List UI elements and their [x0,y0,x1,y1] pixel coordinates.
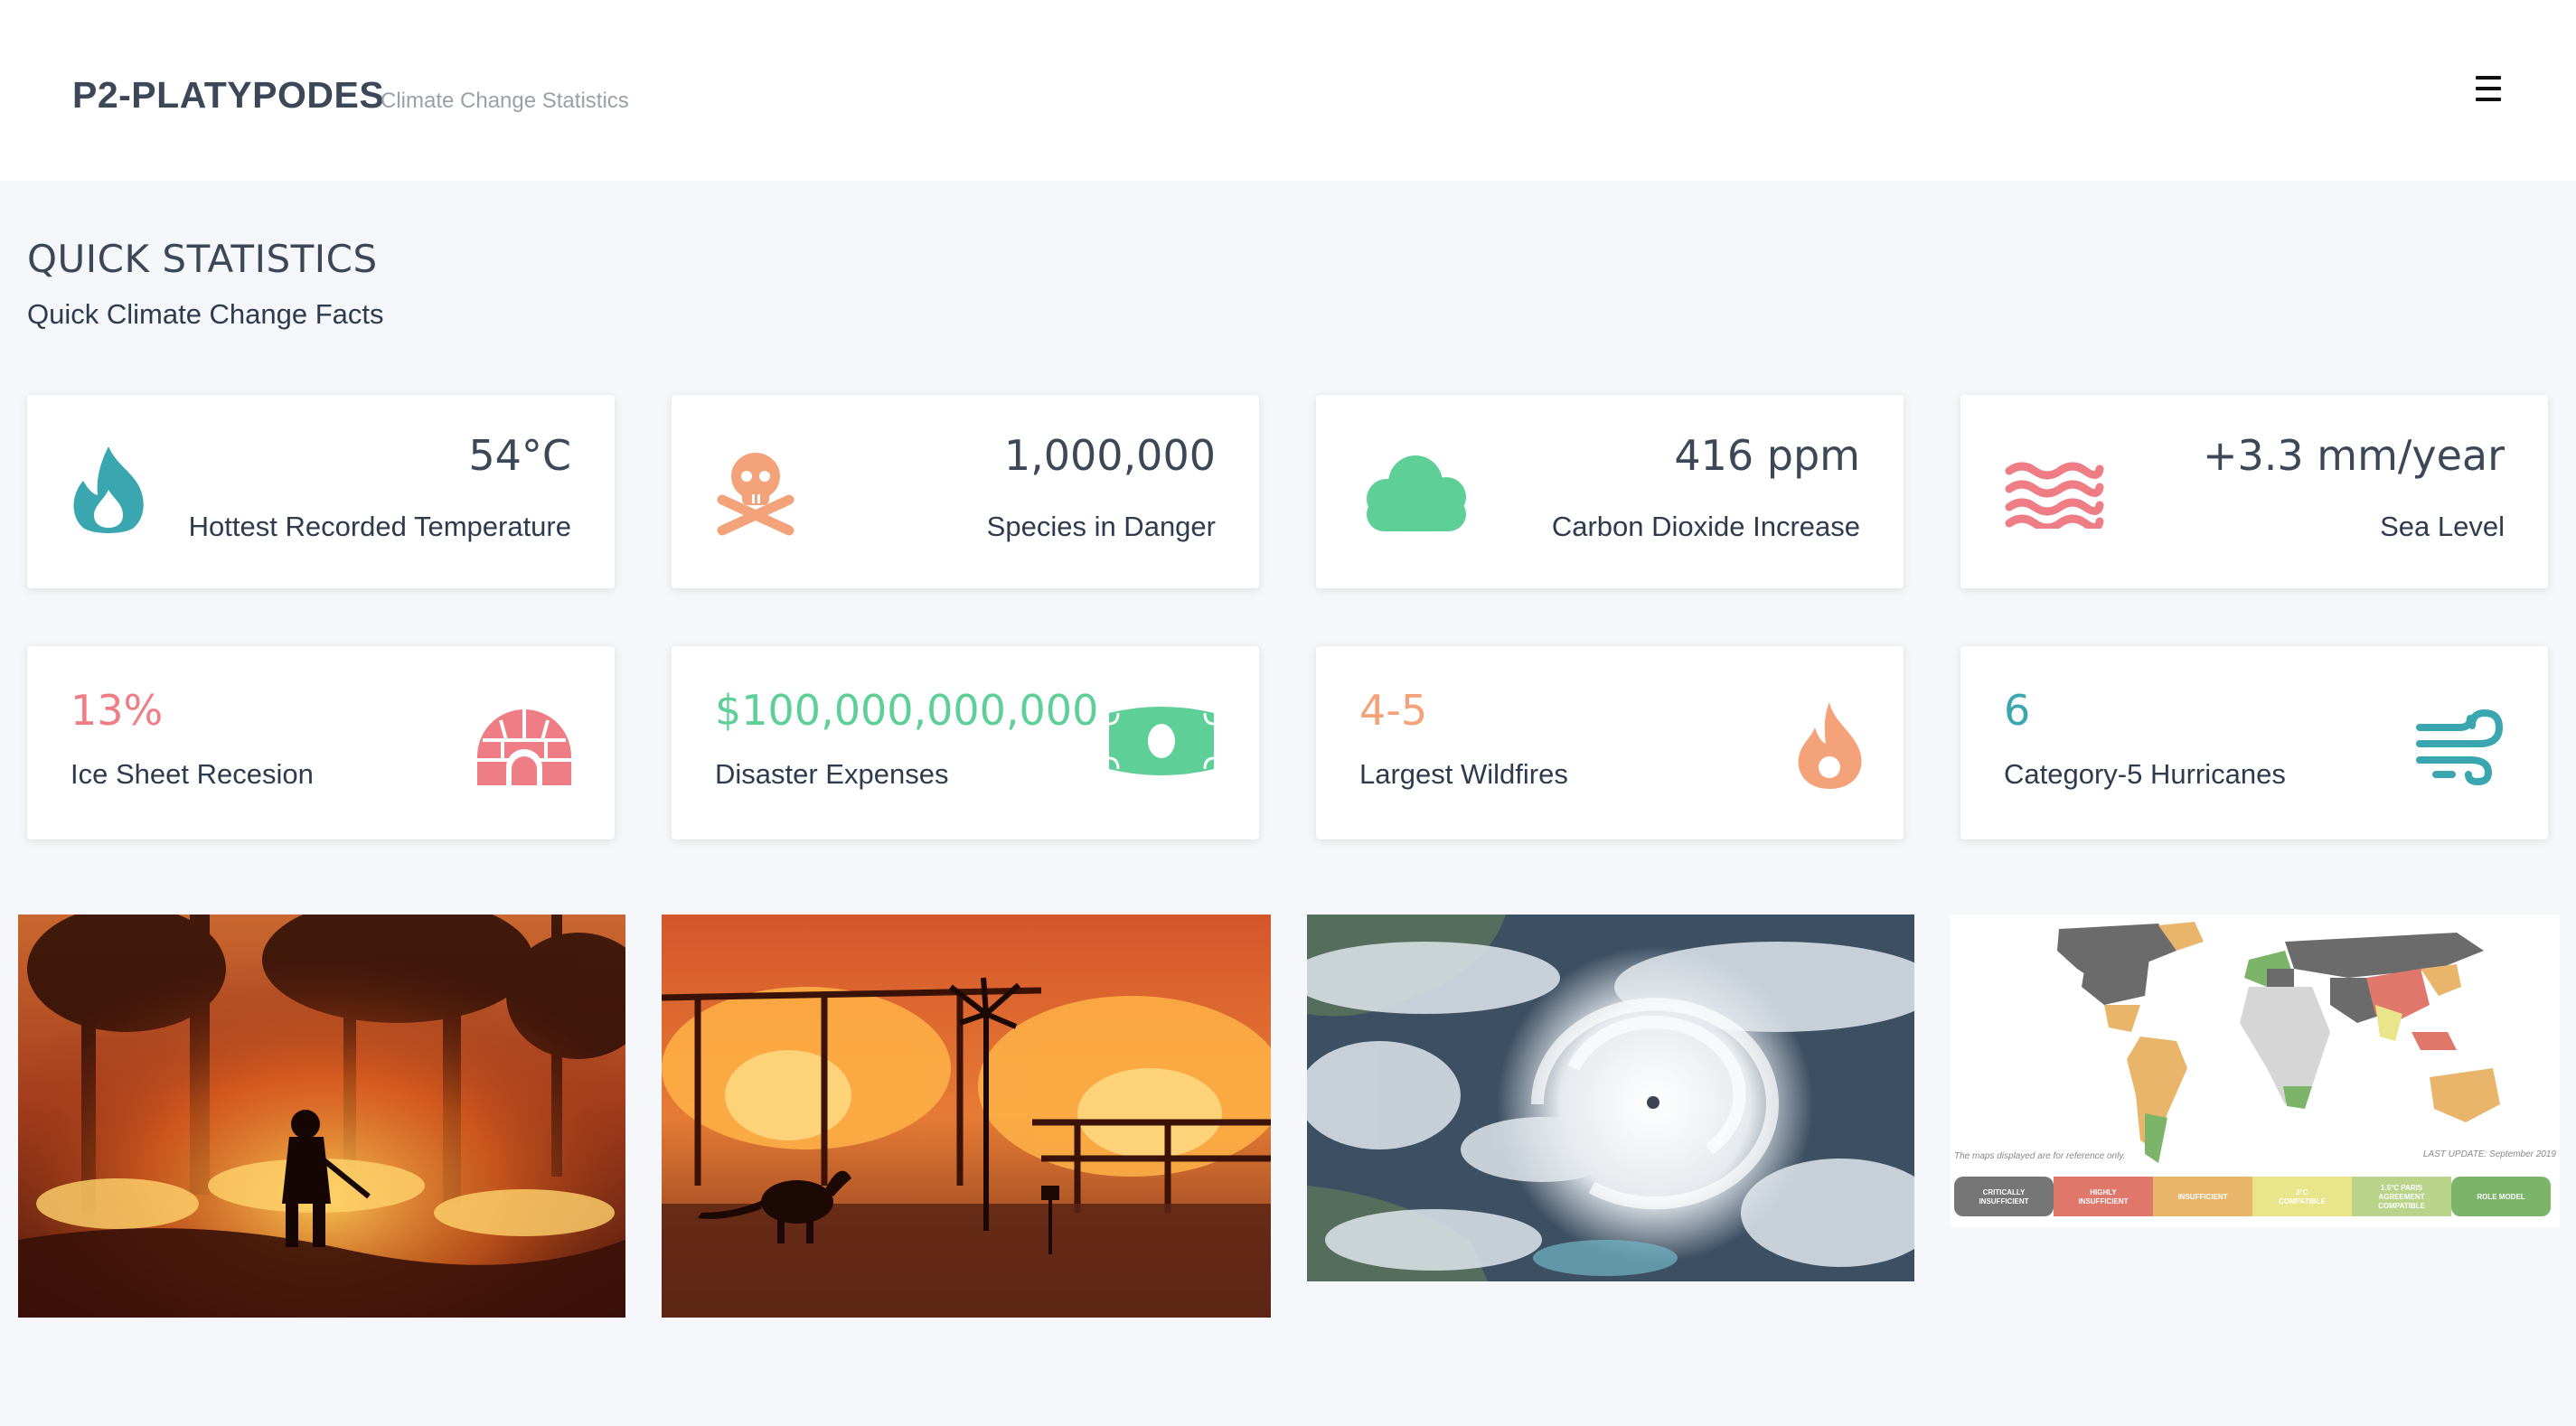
brand-subtitle: Climate Change Statistics [381,89,629,113]
map-last-update: LAST UPDATE: September 2019 [2423,1149,2557,1159]
map-legend-swatch [1954,1177,2054,1216]
stat-label: Category-5 Hurricanes [2004,758,2286,790]
map-legend-swatch [2252,1177,2352,1216]
stat-card-temperature: 54°C Hottest Recorded Temperature [27,395,615,588]
map-legend-label: INSUFFICIENT [2177,1193,2227,1201]
hamburger-menu-icon[interactable] [2472,74,2508,107]
stat-label: Ice Sheet Recesion [71,758,314,790]
stat-card-hurricanes: 6 Category-5 Hurricanes [1960,646,2548,840]
cloud-icon [1359,452,1471,538]
stat-value: 416 ppm [1674,431,1860,480]
firefighter-wildfire-photo [18,915,625,1318]
stat-label: Species in Danger [986,511,1216,542]
stat-card-sea-level: +3.3 mm/year Sea Level [1960,395,2548,588]
stat-card-wildfires: 4-5 Largest Wildfires [1316,646,1904,840]
climate-world-map: The maps displayed are for reference onl… [1951,915,2560,1227]
stat-card-co2: 416 ppm Carbon Dioxide Increase [1316,395,1904,588]
section-subtitle: Quick Climate Change Facts [27,298,384,330]
kangaroo-bushfire-photo [662,915,1271,1318]
stat-card-ice-sheet: 13% Ice Sheet Recesion [27,646,615,840]
map-legend-label: ROLE MODEL [2477,1193,2524,1201]
fire-drop-icon [71,445,146,541]
stat-value: +3.3 mm/year [2202,431,2505,480]
stat-label: Largest Wildfires [1359,758,1568,790]
map-legend: CRITICALLY INSUFFICIENTHIGHLY INSUFFICIENT… [1954,1177,2551,1216]
stat-value: 4-5 [1359,686,1428,735]
map-legend-swatch [2054,1177,2153,1216]
top-navbar: P2-PLATYPODES Climate Change Statistics [0,0,2576,181]
stat-value: $100,000,000,000 [715,686,1099,735]
stat-card-species: 1,000,000 Species in Danger [672,395,1259,588]
water-waves-icon [2004,460,2105,533]
flame-icon [1793,700,1866,795]
stat-label: Hottest Recorded Temperature [188,511,571,542]
hurricane-satellite-photo [1307,915,1914,1281]
map-note: The maps displayed are for reference onl… [1954,1151,2125,1161]
money-bill-icon [1105,702,1217,784]
section-title: QUICK STATISTICS [27,237,378,281]
stat-label: Carbon Dioxide Increase [1551,511,1860,542]
map-legend-label: 1.5°C PARIS AGREEMENT COMPATIBLE [2378,1184,2425,1210]
stat-value: 54°C [468,431,571,480]
brand-title[interactable]: P2-PLATYPODES [72,74,384,117]
stat-card-disaster-expenses: $100,000,000,000 Disaster Expenses [672,646,1259,840]
map-legend-label: CRITICALLY INSUFFICIENT [1979,1188,2028,1206]
stat-label: Disaster Expenses [715,758,949,790]
stat-value: 13% [71,686,164,735]
skull-crossbones-icon [715,449,796,540]
igloo-icon [474,706,575,790]
stat-value: 1,000,000 [1003,431,1216,480]
stat-label: Sea Level [2380,511,2505,542]
stat-value: 6 [2004,686,2031,735]
wind-icon [2416,704,2506,790]
